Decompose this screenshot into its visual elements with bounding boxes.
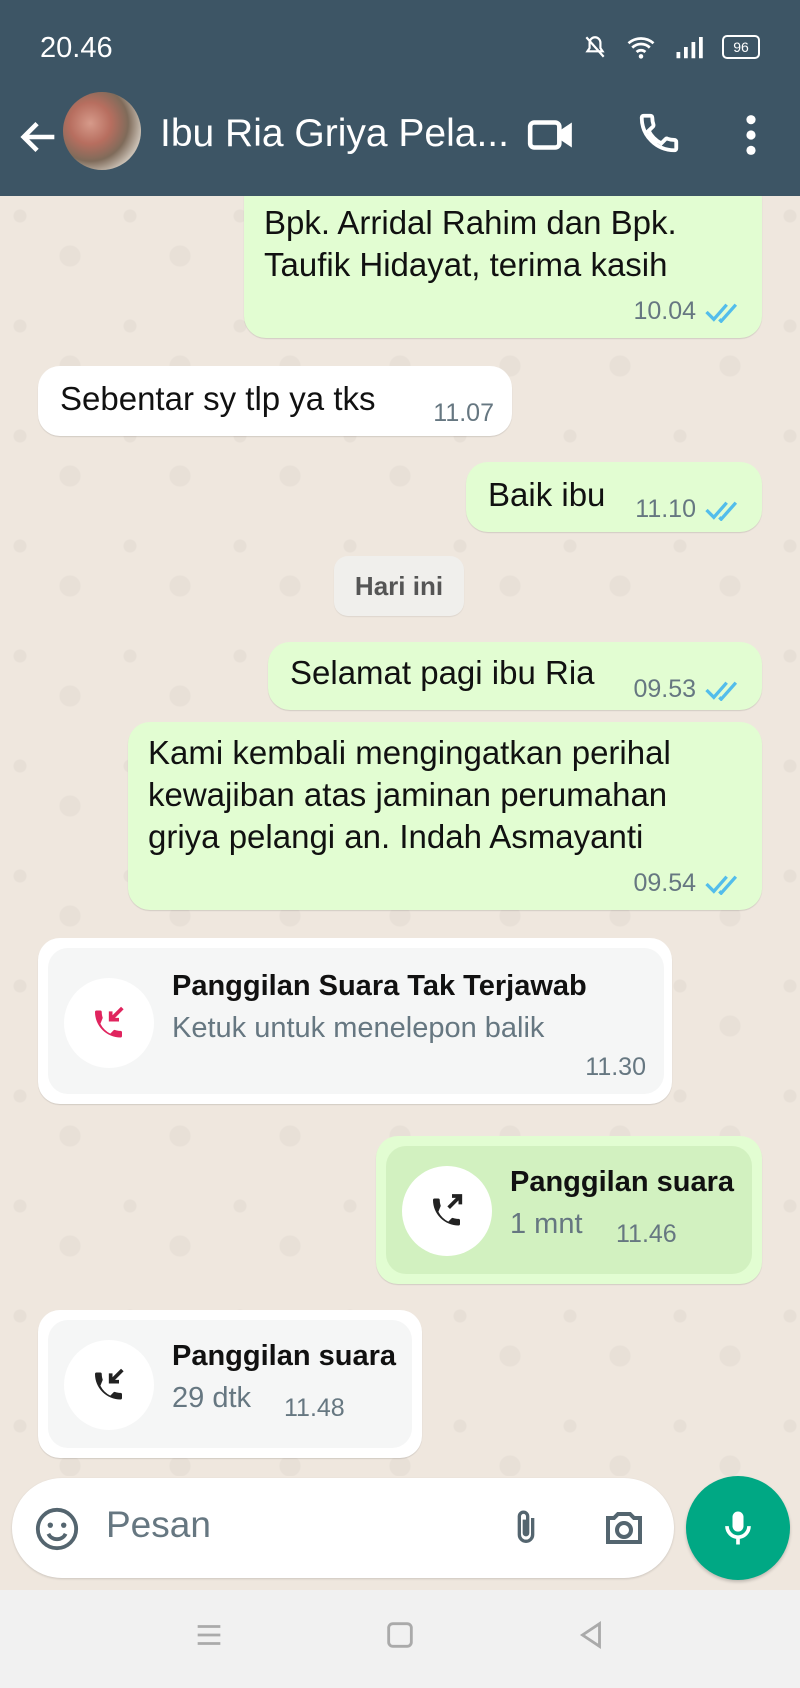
- message-time: 09.53: [633, 675, 696, 703]
- date-divider: Hari ini: [334, 556, 464, 616]
- contact-name[interactable]: Ibu Ria Griya Pela...: [160, 112, 509, 156]
- signal-icon: [676, 37, 703, 59]
- home-icon[interactable]: [383, 1618, 417, 1652]
- avatar[interactable]: [63, 92, 141, 170]
- call-subtitle: Ketuk untuk menelepon balik: [172, 1012, 545, 1044]
- call-title: Panggilan Suara Tak Terjawab: [172, 970, 587, 1002]
- battery-icon: 96: [722, 35, 760, 59]
- emoji-icon[interactable]: [34, 1506, 80, 1552]
- double-check-icon: [705, 875, 738, 895]
- mute-icon: [585, 36, 605, 58]
- message-text: Selamat pagi ibu Ria: [290, 654, 595, 691]
- call-card[interactable]: Panggilan suara 29 dtk 11.48: [48, 1320, 412, 1448]
- back-icon[interactable]: [574, 1618, 608, 1652]
- outgoing-call-icon: [402, 1166, 492, 1256]
- status-time: 20.46: [40, 32, 113, 64]
- missed-call-icon: [64, 978, 154, 1068]
- message-text: Baik ibu: [488, 476, 606, 513]
- message-time: 11.07: [433, 399, 494, 427]
- incoming-call-icon: [64, 1340, 154, 1430]
- double-check-icon: [705, 303, 738, 323]
- message-time: 09.54: [633, 869, 696, 897]
- message-text: Kami kembali mengingatkan perihal: [148, 734, 671, 771]
- incoming-message[interactable]: Sebentar sy tlp ya tks 11.07: [38, 366, 512, 436]
- message-time: 11.10: [635, 495, 696, 523]
- incoming-call-message[interactable]: Panggilan suara 29 dtk 11.48: [38, 1310, 422, 1458]
- attach-icon[interactable]: [506, 1504, 546, 1552]
- chat-area[interactable]: Bpk. Arridal Rahim dan Bpk. Taufik Hiday…: [0, 196, 800, 1476]
- recent-apps-icon[interactable]: [192, 1618, 226, 1652]
- message-input[interactable]: Pesan: [106, 1504, 211, 1546]
- outgoing-call-message[interactable]: Panggilan suara 1 mnt 11.46: [376, 1136, 762, 1284]
- wifi-icon: [627, 37, 655, 59]
- double-check-icon: [705, 501, 738, 521]
- message-text: Sebentar sy tlp ya tks: [60, 380, 376, 417]
- call-card[interactable]: Panggilan Suara Tak Terjawab Ketuk untuk…: [48, 948, 664, 1094]
- call-time: 11.30: [585, 1053, 646, 1081]
- video-call-icon[interactable]: [526, 110, 576, 160]
- message-text: kewajiban atas jaminan perumahan: [148, 776, 668, 813]
- message-text: Taufik Hidayat, terima kasih: [264, 246, 668, 283]
- status-icons: 96: [582, 34, 760, 60]
- mic-icon: [725, 1511, 751, 1545]
- outgoing-message[interactable]: Baik ibu 11.10: [466, 462, 762, 532]
- double-check-icon: [705, 681, 738, 701]
- outgoing-message[interactable]: Selamat pagi ibu Ria 09.53: [268, 642, 762, 710]
- camera-icon[interactable]: [600, 1504, 648, 1552]
- call-time: 11.46: [616, 1220, 677, 1248]
- call-duration: 1 mnt: [510, 1208, 583, 1240]
- call-time: 11.48: [284, 1394, 345, 1422]
- system-nav-bar: [0, 1590, 800, 1688]
- more-icon[interactable]: [736, 112, 766, 158]
- message-text: griya pelangi an. Indah Asmayanti: [148, 818, 644, 855]
- missed-call-message[interactable]: Panggilan Suara Tak Terjawab Ketuk untuk…: [38, 938, 672, 1104]
- message-composer[interactable]: Pesan: [12, 1478, 674, 1578]
- outgoing-message[interactable]: Kami kembali mengingatkan perihal kewaji…: [128, 722, 762, 910]
- call-title: Panggilan suara: [172, 1340, 397, 1372]
- outgoing-message[interactable]: Bpk. Arridal Rahim dan Bpk. Taufik Hiday…: [244, 196, 762, 338]
- status-bar: 20.46 96: [0, 0, 800, 96]
- phone-icon[interactable]: [636, 110, 682, 156]
- call-duration: 29 dtk: [172, 1382, 251, 1414]
- message-time: 10.04: [633, 297, 696, 325]
- battery-level: 96: [733, 39, 749, 55]
- mic-button[interactable]: [686, 1476, 790, 1580]
- call-title: Panggilan suara: [510, 1166, 735, 1198]
- call-card[interactable]: Panggilan suara 1 mnt 11.46: [386, 1146, 752, 1274]
- message-text: Bpk. Arridal Rahim dan Bpk.: [264, 204, 677, 241]
- back-arrow-icon[interactable]: [16, 114, 62, 160]
